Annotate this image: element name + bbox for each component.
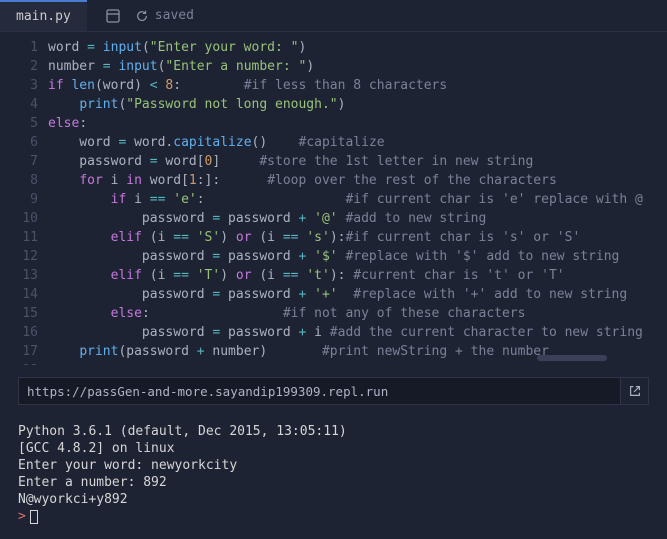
line-number: 2 (0, 57, 38, 76)
refresh-icon (135, 9, 149, 23)
code-line: elif (i == 'T') or (i == 't'): #current … (48, 266, 667, 285)
line-number: 10 (0, 209, 38, 228)
line-number: 14 (0, 285, 38, 304)
line-number: 15 (0, 304, 38, 323)
code-line: else: #if not any of these characters (48, 304, 667, 323)
code-line: number = input("Enter a number: ") (48, 57, 667, 76)
code-line: password = word[0] #store the 1st letter… (48, 152, 667, 171)
tab-bar: main.py saved (0, 0, 667, 32)
tab-filename: main.py (16, 9, 71, 24)
line-number: 18 (0, 361, 38, 365)
console-line: Enter your word: newyorkcity (18, 457, 649, 474)
code-line: for i in word[1:]: #loop over the rest o… (48, 171, 667, 190)
console-output[interactable]: Python 3.6.1 (default, Dec 2015, 13:05:1… (0, 413, 667, 539)
code-line: print("Password not long enough.") (48, 95, 667, 114)
console-prompt[interactable]: > (18, 508, 649, 525)
line-number: 7 (0, 152, 38, 171)
code-line: password = password + i #add the current… (48, 323, 667, 342)
line-number: 17 (0, 342, 38, 361)
console-line: N@wyorkci+y892 (18, 491, 649, 508)
line-number: 11 (0, 228, 38, 247)
tab-main-py[interactable]: main.py (0, 0, 87, 31)
code-line: word = word.capitalize() #capitalize (48, 133, 667, 152)
code-line: elif (i == 'S') or (i == 's'):#if curren… (48, 228, 667, 247)
line-number: 13 (0, 266, 38, 285)
code-line: else: (48, 114, 667, 133)
open-external-icon[interactable] (621, 377, 649, 405)
line-number: 12 (0, 247, 38, 266)
line-number: 16 (0, 323, 38, 342)
url-bar (18, 377, 649, 405)
saved-label-text: saved (155, 8, 194, 23)
line-gutter: 123456789101112131415161718 (0, 32, 48, 365)
code-line: if i == 'e': #if current char is 'e' rep… (48, 190, 667, 209)
line-number: 5 (0, 114, 38, 133)
layout-icon[interactable] (105, 8, 121, 24)
line-number: 8 (0, 171, 38, 190)
code-line: if len(word) < 8: #if less than 8 charac… (48, 76, 667, 95)
line-number: 9 (0, 190, 38, 209)
line-number: 4 (0, 95, 38, 114)
line-number: 3 (0, 76, 38, 95)
code-line (48, 361, 667, 365)
horizontal-scrollbar[interactable] (537, 355, 607, 361)
code-line: word = input("Enter your word: ") (48, 38, 667, 57)
tab-actions: saved (87, 8, 194, 24)
console-line: Python 3.6.1 (default, Dec 2015, 13:05:1… (18, 423, 649, 440)
line-number: 1 (0, 38, 38, 57)
console-line: Enter a number: 892 (18, 474, 649, 491)
code-line: password = password + '$' #replace with … (48, 247, 667, 266)
console-line: [GCC 4.8.2] on linux (18, 440, 649, 457)
repl-url-input[interactable] (18, 377, 621, 405)
code-line: password = password + '+' #replace with … (48, 285, 667, 304)
saved-status: saved (135, 8, 194, 23)
code-line: password = password + '@' #add to new st… (48, 209, 667, 228)
code-editor[interactable]: 123456789101112131415161718 word = input… (0, 32, 667, 365)
cursor (30, 510, 38, 524)
line-number: 6 (0, 133, 38, 152)
prompt-char: > (18, 508, 26, 525)
code-area[interactable]: word = input("Enter your word: ")number … (48, 32, 667, 365)
